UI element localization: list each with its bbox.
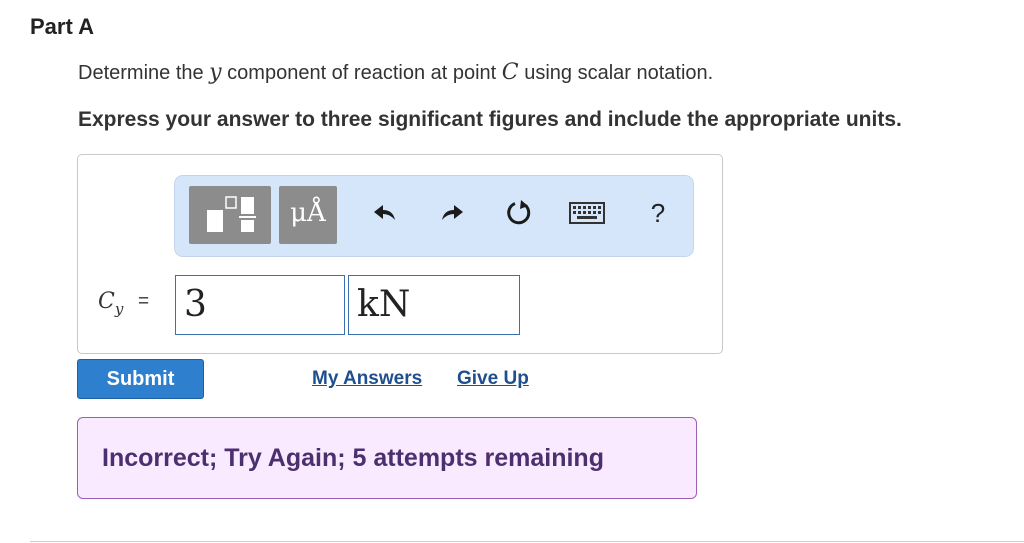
value-input[interactable]: 3 — [175, 275, 345, 335]
answer-variable-subscript: y — [114, 300, 124, 318]
help-icon[interactable]: ? — [643, 198, 673, 228]
math-toolbar: μÅ ? — [174, 175, 694, 257]
question-suffix: using scalar notation. — [518, 62, 714, 84]
answer-box: μÅ ? Cy = 3 kN — [77, 154, 723, 354]
units-button[interactable]: μÅ — [279, 186, 337, 244]
templates-icon — [207, 196, 256, 232]
templates-button[interactable] — [189, 186, 271, 244]
divider — [30, 541, 1024, 542]
my-answers-link[interactable]: My Answers — [312, 368, 422, 390]
reset-icon[interactable] — [504, 198, 534, 228]
submit-button[interactable]: Submit — [77, 359, 204, 399]
question-middle: component of reaction at point — [221, 62, 502, 84]
undo-icon[interactable] — [370, 198, 400, 228]
question-var-y: y — [209, 60, 222, 85]
units-icon: μÅ — [290, 198, 326, 228]
redo-icon[interactable] — [437, 198, 467, 228]
question-prefix: Determine the — [78, 62, 210, 84]
answer-variable: Cy — [98, 289, 123, 318]
keyboard-icon[interactable] — [569, 202, 605, 224]
give-up-link[interactable]: Give Up — [457, 368, 529, 390]
part-title: Part A — [30, 14, 94, 39]
answer-instruction: Express your answer to three significant… — [78, 108, 902, 131]
answer-variable-name: C — [98, 289, 115, 314]
question-var-c: C — [501, 60, 519, 85]
units-input[interactable]: kN — [348, 275, 520, 335]
question-text: Determine the y component of reaction at… — [78, 60, 713, 85]
feedback-message: Incorrect; Try Again; 5 attempts remaini… — [77, 417, 697, 499]
equals-sign: = — [138, 291, 150, 312]
